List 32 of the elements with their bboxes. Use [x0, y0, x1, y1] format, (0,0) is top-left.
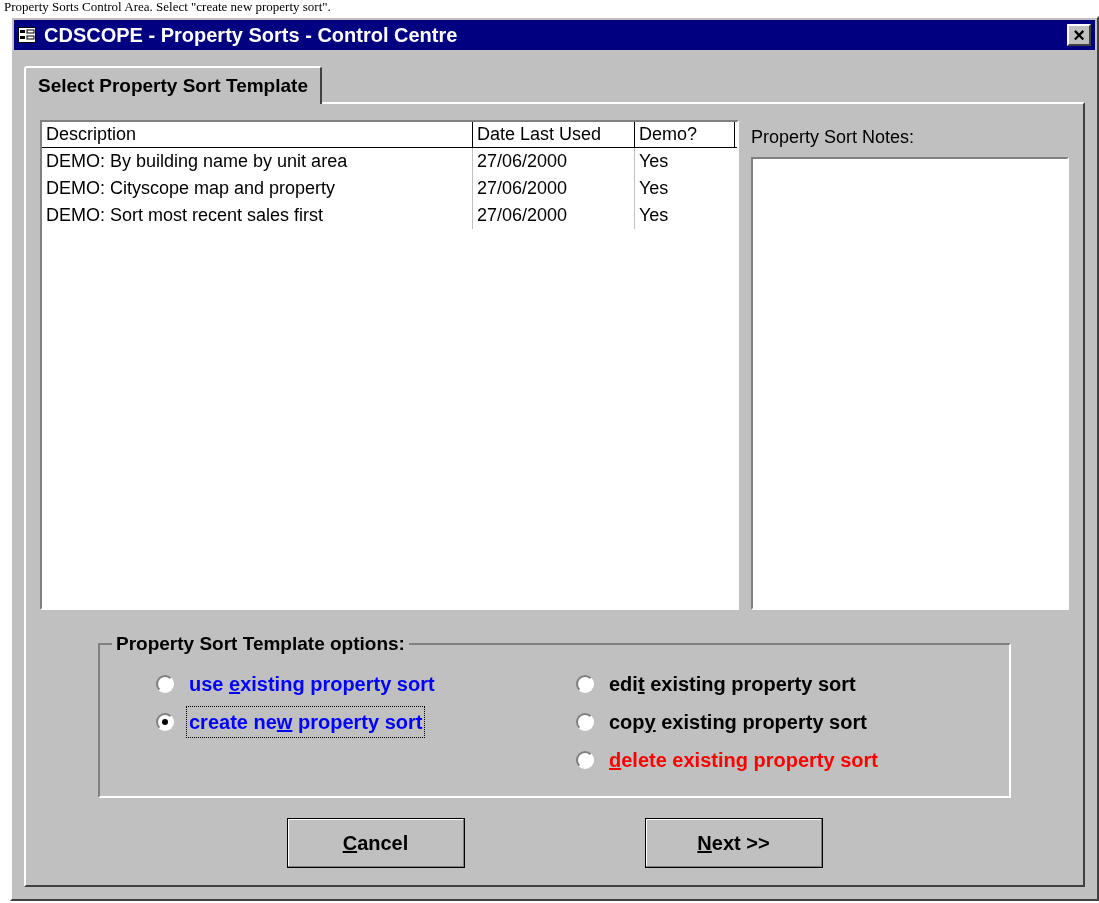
option-label[interactable]: copy existing property sort [606, 705, 870, 738]
table-cell: 27/06/2000 [473, 148, 635, 175]
radio-button[interactable] [156, 712, 174, 731]
table-cell-text: Yes [638, 177, 670, 200]
table-cell-text: Yes [638, 204, 670, 227]
template-list[interactable]: Description Date Last Used Demo? DEMO: By building name by unit area 27/06/2000 Yes DEMO: Cityscope map and property 27/06/2000 Yes DEMO: Sort most recent sales first 27/06/2000 Yes [40, 120, 739, 610]
table-cell: DEMO: By building name by unit area [42, 148, 473, 175]
table-cell: DEMO: Sort most recent sales first [42, 202, 473, 229]
tab[interactable]: Select Property Sort Template [24, 66, 322, 104]
column-header[interactable]: Date Last Used [473, 122, 635, 147]
notes-label: Property Sort Notes: [751, 126, 916, 149]
column-header[interactable]: Description [42, 122, 473, 147]
radio-button[interactable] [156, 674, 174, 693]
close-button[interactable]: × [1067, 24, 1091, 46]
table-cell: DEMO: Cityscope map and property [42, 175, 473, 202]
radio-button[interactable] [576, 674, 594, 693]
notes-field[interactable] [751, 157, 1069, 610]
table-cell: 27/06/2000 [473, 202, 635, 229]
group-title: Property Sort Template options: [115, 632, 406, 656]
caption-text: Property Sorts Control Area. Select "create new property sort". [3, 0, 332, 14]
form-icon [18, 27, 36, 43]
option-label[interactable]: create new property sort [186, 705, 426, 738]
table-cell: 27/06/2000 [473, 175, 635, 202]
dialog-button[interactable]: Cancel [286, 818, 465, 868]
option-label[interactable]: use existing property sort [186, 667, 438, 700]
dialog-button[interactable]: Next >> [644, 818, 823, 868]
column-header[interactable]: Demo? [635, 122, 735, 147]
option-label[interactable]: edit existing property sort [606, 667, 859, 700]
window-title: CDSCOPE - Property Sorts - Control Centre [44, 23, 459, 48]
radio-button[interactable] [576, 712, 594, 731]
radio-button[interactable] [576, 750, 594, 769]
table-cell-text: Yes [638, 150, 670, 173]
